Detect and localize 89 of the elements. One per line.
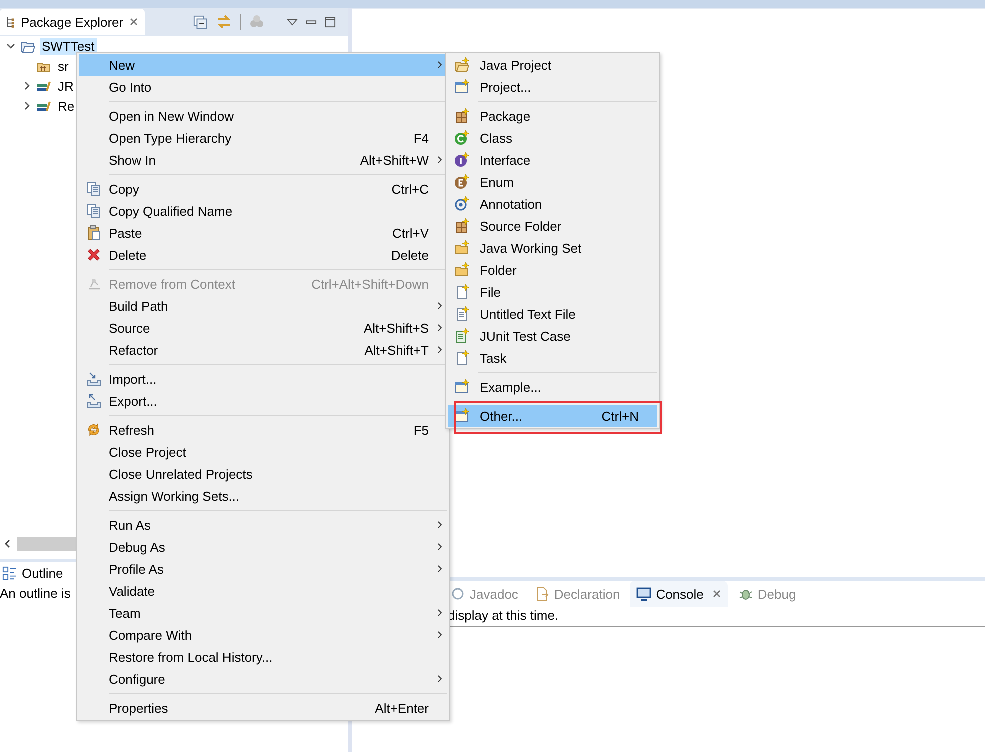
package-explorer-icon (6, 16, 16, 28)
view-tab[interactable]: Javadoc (444, 581, 524, 607)
menu-item[interactable]: Task (448, 347, 657, 369)
menu-item[interactable]: Close Project (79, 441, 447, 463)
view-tab[interactable]: Declaration (528, 581, 626, 607)
menu-item[interactable]: Package (448, 105, 657, 127)
delete-icon (86, 247, 102, 263)
test-file-icon (454, 328, 470, 344)
text-file-icon (454, 306, 470, 322)
menu-item[interactable]: Assign Working Sets... (79, 485, 447, 507)
menu-item[interactable]: Untitled Text File (448, 303, 657, 325)
menu-item[interactable]: JUnit Test Case (448, 325, 657, 347)
menu-item[interactable]: Interface (448, 149, 657, 171)
menu-item[interactable]: Folder (448, 259, 657, 281)
menu-item[interactable]: Java Working Set (448, 237, 657, 259)
tree-item[interactable]: SWTTest (40, 38, 97, 54)
menu-item[interactable]: Debug As (79, 536, 447, 558)
menu-item[interactable]: Other... Ctrl+N (448, 405, 657, 427)
menu-item[interactable]: Properties Alt+Enter (79, 697, 447, 719)
window-icon (454, 408, 470, 424)
collapse-all-icon[interactable] (193, 14, 208, 30)
menu-item[interactable]: Open in New Window (79, 105, 447, 127)
class-icon (454, 130, 470, 146)
menu-item[interactable]: Java Project (448, 54, 657, 76)
java-project-icon (454, 57, 470, 73)
close-icon[interactable] (712, 589, 722, 599)
copy-icon (86, 203, 102, 219)
menu-item[interactable]: Enum (448, 171, 657, 193)
menu-item[interactable]: Run As (79, 514, 447, 536)
menu-item[interactable]: File (448, 281, 657, 303)
menu-item[interactable]: New (79, 54, 447, 76)
close-icon[interactable] (128, 17, 139, 27)
export-icon (86, 393, 102, 409)
window-icon (454, 79, 470, 95)
menu-item[interactable]: Close Unrelated Projects (79, 463, 447, 485)
expand-chevron-icon[interactable] (6, 41, 16, 51)
declaration-icon (534, 586, 550, 602)
paste-icon (86, 225, 102, 241)
folder-icon (454, 240, 470, 256)
file-icon (454, 350, 470, 366)
enum-icon (454, 174, 470, 190)
menu-item[interactable]: Copy Ctrl+C (79, 178, 447, 200)
menu-item[interactable]: Refresh F5 (79, 419, 447, 441)
menu-item[interactable]: Project... (448, 76, 657, 98)
window-icon (454, 379, 470, 395)
remove-icon (86, 276, 102, 292)
maximize-icon[interactable] (325, 16, 336, 28)
view-menu-icon[interactable] (287, 18, 298, 26)
import-icon (86, 371, 102, 387)
menu-item[interactable]: Example... (448, 376, 657, 398)
folder-icon (454, 262, 470, 278)
package-icon (454, 218, 470, 234)
refresh-icon (86, 422, 102, 438)
interface-icon (454, 152, 470, 168)
menu-item[interactable]: Import... (79, 368, 447, 390)
package-icon (454, 108, 470, 124)
menu-item[interactable]: Configure (79, 668, 447, 690)
annotation-icon (454, 196, 470, 212)
tree-item[interactable]: Re (56, 98, 77, 114)
view-tab[interactable]: Console (630, 581, 728, 607)
view-tab[interactable]: Debug (732, 581, 802, 607)
menu-item[interactable]: Team (79, 602, 447, 624)
copy-icon (86, 181, 102, 197)
menu-item[interactable]: Source Alt+Shift+S (79, 317, 447, 339)
view-tab[interactable]: Package Explorer (0, 9, 145, 35)
menu-item[interactable]: Copy Qualified Name (79, 200, 447, 222)
menu-item[interactable]: Restore from Local History... (79, 646, 447, 668)
menu-item[interactable]: Source Folder (448, 215, 657, 237)
menu-item[interactable]: Class (448, 127, 657, 149)
menu-item[interactable]: Profile As (79, 558, 447, 580)
menu-item[interactable]: Validate (79, 580, 447, 602)
menu-item[interactable]: Annotation (448, 193, 657, 215)
file-icon (454, 284, 470, 300)
tree-item[interactable]: sr (56, 58, 71, 74)
javadoc-icon (450, 586, 466, 602)
menu-item[interactable]: Compare With (79, 624, 447, 646)
menu-item[interactable]: Refactor Alt+Shift+T (79, 339, 447, 361)
menu-item[interactable]: Delete Delete (79, 244, 447, 266)
scroll-left-icon[interactable] (3, 539, 13, 549)
menu-item[interactable]: Go Into (79, 76, 447, 98)
view-tab[interactable]: Outline (22, 566, 64, 580)
console-icon (636, 586, 652, 602)
menu-item[interactable]: Open Type Hierarchy F4 (79, 127, 447, 149)
menu-item[interactable]: Paste Ctrl+V (79, 222, 447, 244)
menu-item[interactable]: Export... (79, 390, 447, 412)
tree-item[interactable]: JR (56, 78, 76, 94)
menu-item[interactable]: Show In Alt+Shift+W (79, 149, 447, 171)
outline-message: An outline is (0, 586, 71, 601)
menu-item[interactable]: Build Path (79, 295, 447, 317)
